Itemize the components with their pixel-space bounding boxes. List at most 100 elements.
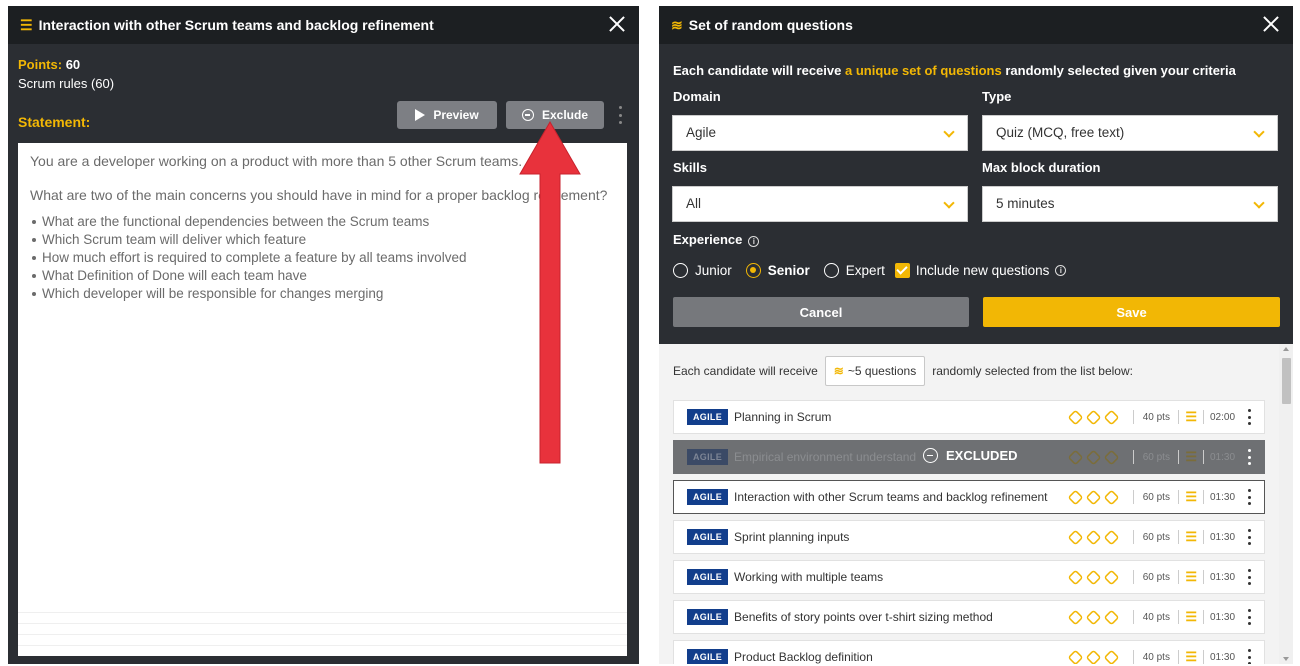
- more-options-icon[interactable]: [1248, 609, 1252, 625]
- statement-label: Statement:: [18, 114, 91, 130]
- intro-prefix: Each candidate will receive: [673, 63, 845, 78]
- skills-select[interactable]: All: [672, 186, 968, 222]
- question-row[interactable]: AGILE Product Backlog definition 40 pts …: [673, 640, 1265, 664]
- more-options-icon[interactable]: [619, 106, 623, 124]
- list-icon: ☰: [1185, 409, 1197, 424]
- list-intro-suffix: randomly selected from the list below:: [932, 364, 1133, 378]
- scoring-rules: Scrum rules (60): [18, 76, 115, 91]
- intro-suffix: randomly selected given your criteria: [1001, 63, 1236, 78]
- preview-button[interactable]: Preview: [397, 101, 497, 129]
- list-icon: ☰: [1185, 569, 1197, 584]
- skills-value: All: [686, 196, 702, 211]
- difficulty-icons: [1067, 409, 1120, 425]
- chevron-down-icon: [943, 197, 955, 209]
- question-detail-header: ☰ Interaction with other Scrum teams and …: [8, 6, 639, 44]
- save-button[interactable]: Save: [983, 297, 1280, 327]
- panel-title: Set of random questions: [688, 17, 853, 33]
- question-duration: 01:30: [1210, 491, 1236, 503]
- points-value: 60: [65, 57, 81, 72]
- question-row-excluded[interactable]: AGILE Empirical environment understand 6…: [673, 440, 1265, 474]
- ruled-lines: [18, 612, 627, 656]
- more-options-icon[interactable]: [1248, 649, 1252, 664]
- save-label: Save: [1116, 304, 1147, 320]
- question-row[interactable]: AGILE Planning in Scrum 40 pts ☰ 02:00: [673, 400, 1265, 434]
- info-icon[interactable]: i: [748, 236, 760, 247]
- duration-value: 5 minutes: [996, 196, 1055, 211]
- random-questions-header: ≋ Set of random questions: [659, 6, 1293, 44]
- list-intro: Each candidate will receive ≋ ~5 questio…: [673, 356, 1133, 386]
- domain-tag: AGILE: [687, 409, 729, 425]
- excluded-label: EXCLUDED: [946, 448, 1018, 463]
- scrollbar[interactable]: [1279, 344, 1293, 664]
- criteria-intro: Each candidate will receive a unique set…: [673, 63, 1236, 78]
- points: Points: 60: [18, 57, 80, 72]
- difficulty-icons: [1067, 489, 1120, 505]
- radio-senior[interactable]: [745, 263, 761, 278]
- senior-label[interactable]: Senior: [768, 263, 810, 278]
- question-count-chip[interactable]: ≋ ~5 questions: [824, 356, 926, 386]
- question-list: Each candidate will receive ≋ ~5 questio…: [659, 344, 1293, 664]
- scroll-down-icon[interactable]: [1283, 657, 1289, 661]
- chevron-down-icon: [1253, 197, 1265, 209]
- include-new-label[interactable]: Include new questions: [916, 263, 1050, 278]
- chevron-down-icon: [1253, 126, 1265, 138]
- expert-label[interactable]: Expert: [846, 263, 885, 278]
- question-row[interactable]: AGILE Sprint planning inputs 60 pts ☰ 01…: [673, 520, 1265, 554]
- question-title: Interaction with other Scrum teams and b…: [734, 490, 1048, 504]
- scroll-up-icon[interactable]: [1283, 347, 1289, 351]
- intro-highlight: a unique set of questions: [844, 63, 1002, 78]
- close-icon[interactable]: [607, 14, 627, 34]
- more-options-icon[interactable]: [1248, 489, 1252, 505]
- question-points: 60 pts: [1142, 491, 1170, 503]
- domain-select[interactable]: Agile: [672, 115, 968, 151]
- excluded-badge: EXCLUDED: [923, 448, 1018, 463]
- question-title: Planning in Scrum: [734, 410, 832, 424]
- points-label: Points:: [18, 57, 63, 72]
- domain-tag: AGILE: [687, 529, 729, 545]
- experience-label-text: Experience: [673, 232, 743, 247]
- question-points: 60 pts: [1142, 571, 1170, 583]
- question-row[interactable]: AGILE Benefits of story points over t-sh…: [673, 600, 1265, 634]
- minus-circle-icon: [923, 448, 938, 463]
- skills-label: Skills: [673, 160, 707, 175]
- question-row[interactable]: AGILE Working with multiple teams 60 pts…: [673, 560, 1265, 594]
- question-row-selected[interactable]: AGILE Interaction with other Scrum teams…: [673, 480, 1265, 514]
- question-duration: 01:30: [1210, 651, 1236, 663]
- junior-label[interactable]: Junior: [695, 263, 732, 278]
- question-duration: 01:30: [1210, 531, 1236, 543]
- domain-value: Agile: [686, 125, 717, 140]
- type-value: Quiz (MCQ, free text): [996, 125, 1125, 140]
- list-icon: ☰: [1185, 649, 1197, 664]
- include-new-checkbox[interactable]: [894, 263, 910, 278]
- list-icon: ☰: [20, 17, 33, 33]
- duration-label: Max block duration: [982, 160, 1101, 175]
- chevron-down-icon: [943, 126, 955, 138]
- more-options-icon[interactable]: [1248, 569, 1252, 585]
- domain-tag: AGILE: [687, 649, 729, 664]
- info-icon[interactable]: i: [1055, 265, 1067, 276]
- question-title: Empirical environment understand: [734, 450, 917, 464]
- cancel-button[interactable]: Cancel: [673, 297, 969, 327]
- list-icon: ☰: [1185, 609, 1197, 624]
- more-options-icon[interactable]: [1248, 409, 1252, 425]
- scroll-thumb[interactable]: [1282, 358, 1291, 404]
- question-title: Product Backlog definition: [734, 650, 873, 664]
- question-points: 40 pts: [1142, 611, 1170, 623]
- close-icon[interactable]: [1261, 14, 1281, 34]
- difficulty-icons: [1067, 529, 1120, 545]
- radio-expert[interactable]: [823, 263, 839, 278]
- duration-select[interactable]: 5 minutes: [982, 186, 1278, 222]
- more-options-icon[interactable]: [1248, 449, 1252, 465]
- domain-label: Domain: [673, 89, 721, 104]
- question-points: 40 pts: [1142, 411, 1170, 423]
- difficulty-icons: [1067, 649, 1120, 664]
- type-select[interactable]: Quiz (MCQ, free text): [982, 115, 1278, 151]
- list-intro-prefix: Each candidate will receive: [673, 364, 818, 378]
- experience-label: Experience i: [673, 232, 760, 247]
- cancel-label: Cancel: [799, 304, 843, 320]
- radio-junior[interactable]: [673, 263, 688, 278]
- more-options-icon[interactable]: [1248, 529, 1252, 545]
- question-title: Interaction with other Scrum teams and b…: [38, 17, 434, 33]
- layers-icon: ≋: [671, 17, 683, 33]
- experience-options: Junior Senior Expert Include new questio…: [673, 263, 1067, 278]
